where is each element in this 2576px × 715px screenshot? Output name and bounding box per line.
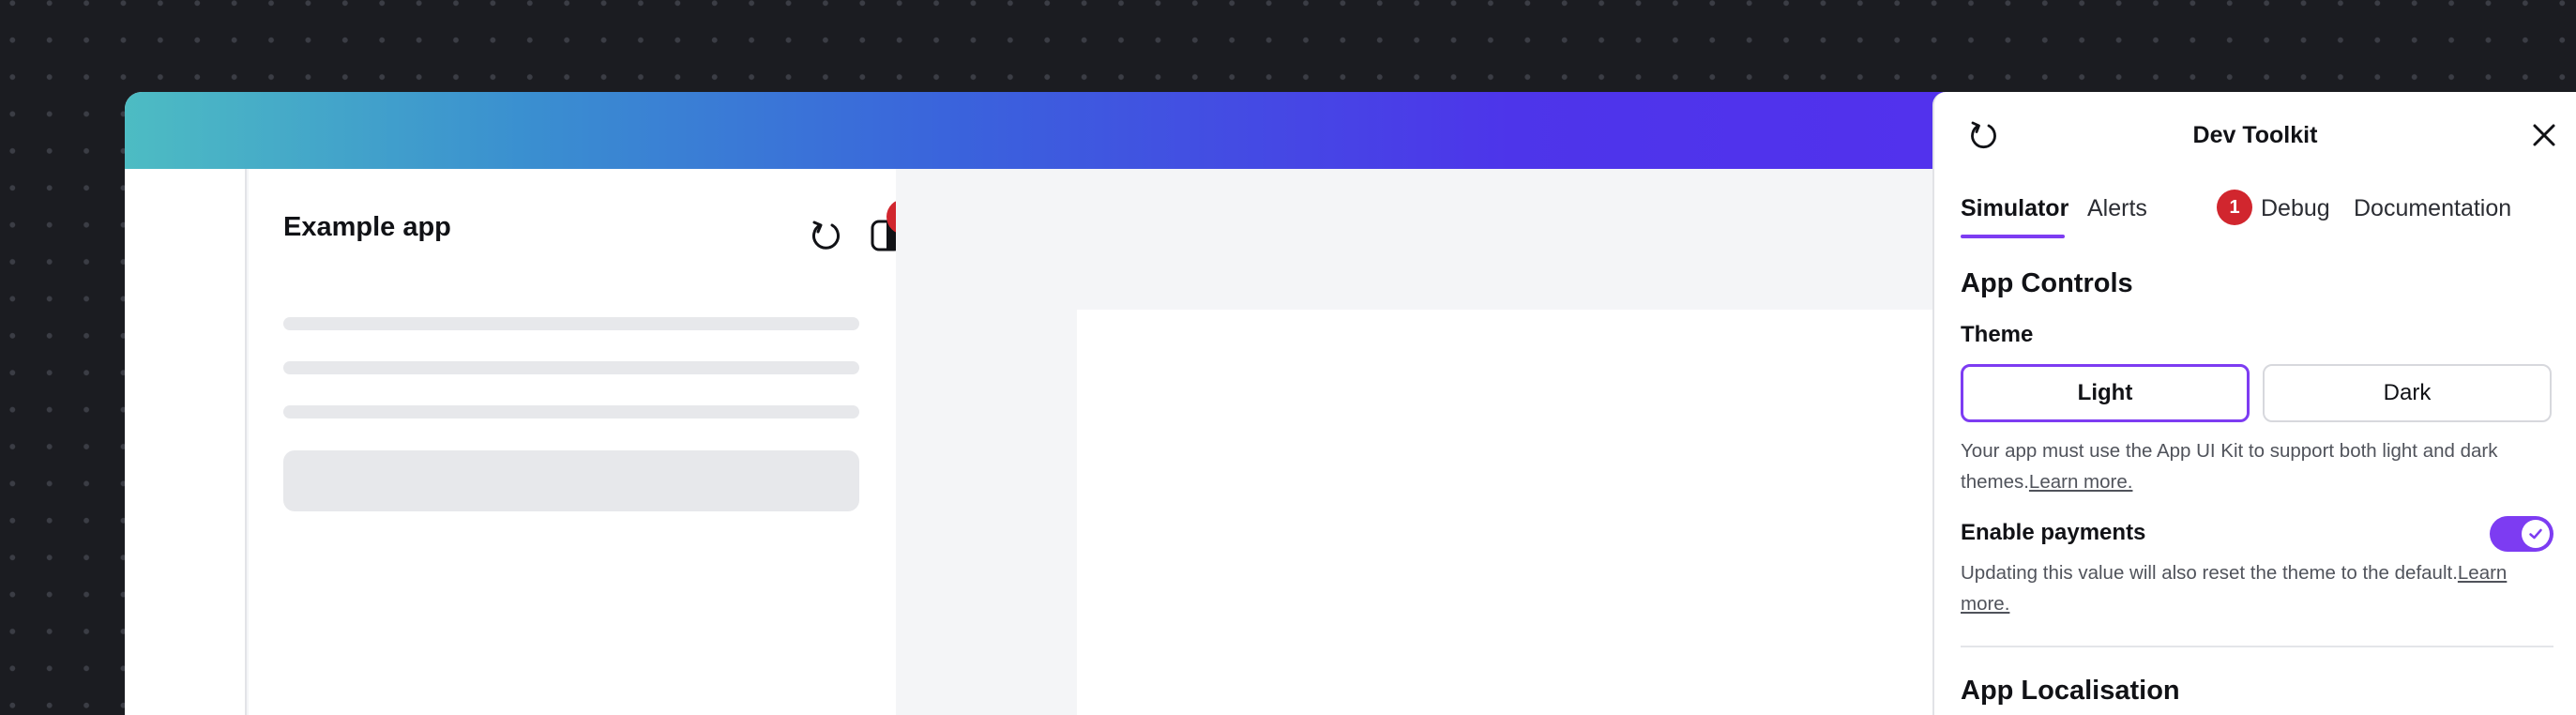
theme-help-text: Your app must use the App UI Kit to supp… [1961,435,2561,497]
skeleton-line [283,361,859,374]
alerts-count-badge: 1 [2217,190,2252,225]
app-panel: Example app 1 [249,169,977,715]
active-tab-indicator [1961,235,2065,238]
skeleton-button [283,450,859,511]
close-button[interactable] [2525,116,2563,154]
app-controls-heading: App Controls [1961,268,2133,298]
tab-label: Alerts [2087,195,2147,221]
app-reload-button[interactable] [804,214,847,257]
tab-alerts[interactable]: Alerts [2087,195,2147,222]
check-icon [2529,528,2542,540]
tab-label: Simulator [1961,195,2069,221]
toggle-knob [2522,520,2550,548]
payments-help-text: Updating this value will also reset the … [1961,557,2561,619]
dev-toolkit-panel: Dev Toolkit Simulator Alerts 1 Debug Doc… [1932,92,2576,715]
tab-simulator[interactable]: Simulator [1961,195,2069,238]
design-page[interactable] [1077,310,2015,715]
payments-help-body: Updating this value will also reset the … [1961,562,2458,584]
reload-icon [812,221,840,250]
enable-payments-toggle[interactable] [2490,516,2553,552]
theme-dark-button[interactable]: Dark [2263,364,2552,422]
skeleton-line [283,317,859,330]
tab-label: Documentation [2354,195,2512,221]
theme-light-button[interactable]: Light [1961,364,2250,422]
theme-label: Theme [1961,322,2034,347]
close-icon [2533,124,2555,146]
skeleton-line [283,405,859,418]
tab-debug[interactable]: Debug [2261,195,2330,222]
section-divider [1961,646,2553,647]
side-rail [125,169,247,715]
app-localisation-heading: App Localisation [1961,676,2180,706]
toolkit-title: Dev Toolkit [2192,122,2318,148]
theme-learn-more-link[interactable]: Learn more. [2029,471,2133,493]
tab-label: Debug [2261,195,2330,221]
payments-label: Enable payments [1961,520,2146,545]
tab-documentation[interactable]: Documentation [2354,195,2511,222]
app-title: Example app [283,212,451,242]
desktop-background: Example app 1 [0,0,2576,715]
